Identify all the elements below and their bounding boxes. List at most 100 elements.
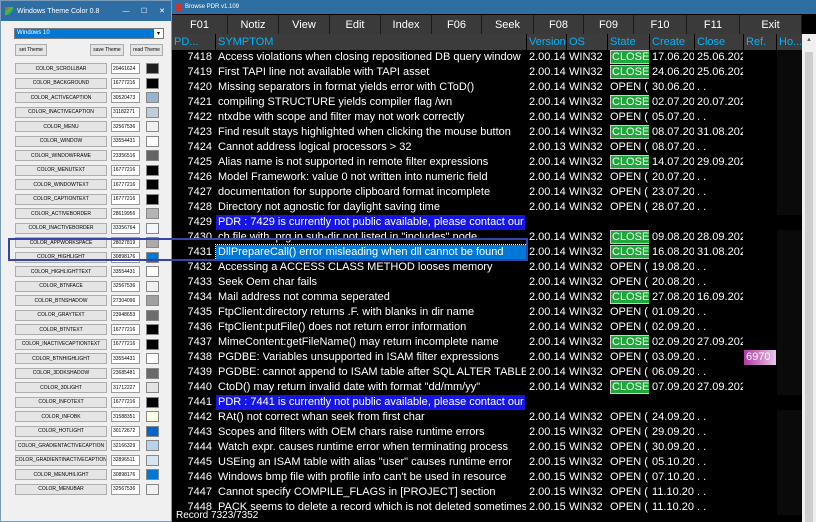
color-name-button[interactable]: COLOR_ACTIVECAPTION: [15, 92, 107, 103]
table-row[interactable]: 7419 First TAPI line not available with T…: [172, 65, 805, 80]
read-theme-button[interactable]: read Theme: [130, 44, 163, 56]
table-row[interactable]: 7423 Find result stays highlighted when c…: [172, 125, 805, 140]
table-row[interactable]: 7446 Windows bmp file with profile info c…: [172, 470, 805, 485]
color-name-button[interactable]: COLOR_INFOBK: [15, 411, 107, 422]
table-row[interactable]: 7426 Model Framework: value 0 not written…: [172, 170, 805, 185]
table-row[interactable]: 7422 ntxdbe with scope and filter may not…: [172, 110, 805, 125]
fkey-view-button[interactable]: View: [279, 15, 330, 34]
color-name-button[interactable]: COLOR_MENUTEXT: [15, 164, 107, 176]
maximize-icon[interactable]: ☐: [135, 7, 153, 15]
color-value-field[interactable]: 27304096: [111, 295, 140, 306]
table-row[interactable]: 7445 USEing an ISAM table with alias "use…: [172, 455, 805, 470]
theme-select[interactable]: Windows 10 ▾: [14, 28, 164, 39]
chevron-down-icon[interactable]: ▾: [154, 30, 163, 37]
color-value-field[interactable]: 30898176: [111, 251, 140, 263]
table-row[interactable]: 7428 Directory not agnostic for daylight …: [172, 200, 805, 215]
color-name-button[interactable]: COLOR_INACTIVEBORDER: [15, 222, 107, 234]
color-swatch[interactable]: [146, 237, 159, 248]
color-value-field[interactable]: 16777216: [111, 396, 140, 408]
color-swatch[interactable]: [146, 338, 159, 350]
column-header[interactable]: Ho...: [777, 34, 805, 50]
color-swatch[interactable]: [146, 411, 159, 422]
color-value-field[interactable]: 33554431: [111, 135, 140, 147]
color-value-field[interactable]: 30898176: [111, 469, 140, 480]
color-value-field[interactable]: 30520473: [111, 92, 140, 103]
color-name-button[interactable]: COLOR_HIGHLIGHTTEXT: [15, 266, 107, 277]
color-swatch[interactable]: [146, 77, 159, 89]
minimize-icon[interactable]: —: [117, 8, 135, 15]
fkey-f10-button[interactable]: F10: [634, 15, 687, 34]
fkey-notiz-button[interactable]: Notiz: [228, 15, 279, 34]
color-name-button[interactable]: COLOR_INFOTEXT: [15, 396, 107, 408]
table-row[interactable]: 7418 Access violations when closing repos…: [172, 50, 805, 65]
color-swatch[interactable]: [146, 193, 159, 205]
color-value-field[interactable]: 33356764: [111, 222, 140, 234]
color-name-button[interactable]: COLOR_ACTIVEBORDER: [15, 208, 107, 219]
color-swatch[interactable]: [146, 251, 159, 263]
table-row[interactable]: 7447 Cannot specify COMPILE_FLAGS in [PRO…: [172, 485, 805, 500]
color-swatch[interactable]: [146, 92, 159, 103]
table-row[interactable]: 7430 cb file with .prg in sub-dir not lis…: [172, 230, 805, 245]
table-row[interactable]: 7433 Seek Oem char fails 2.00.14 WIN32 OPEN …: [172, 275, 805, 290]
color-swatch[interactable]: [146, 135, 159, 147]
scroll-thumb[interactable]: [805, 52, 813, 522]
color-value-field[interactable]: 32567536: [111, 121, 140, 132]
table-row[interactable]: 7444 Watch expr. causes runtime error whe…: [172, 440, 805, 455]
column-header[interactable]: OS: [567, 34, 608, 50]
table-row[interactable]: 7442 RAt() not correct whan seek from fir…: [172, 410, 805, 425]
table-row[interactable]: 7443 Scopes and filters with OEM chars ra…: [172, 425, 805, 440]
color-name-button[interactable]: COLOR_CAPTIONTEXT: [15, 193, 107, 205]
column-header[interactable]: State: [608, 34, 650, 50]
table-row[interactable]: 7432 Accessing a ACCESS CLASS METHOD loos…: [172, 260, 805, 275]
color-name-button[interactable]: COLOR_WINDOWFRAME: [15, 150, 107, 161]
color-swatch[interactable]: [146, 179, 159, 190]
color-swatch[interactable]: [146, 454, 159, 466]
color-name-button[interactable]: COLOR_BTNHIGHLIGHT: [15, 353, 107, 364]
color-swatch[interactable]: [146, 367, 159, 379]
color-swatch[interactable]: [146, 396, 159, 408]
color-value-field[interactable]: 31182271: [111, 106, 140, 118]
color-swatch[interactable]: [146, 309, 159, 321]
column-header[interactable]: PD...: [172, 34, 216, 50]
color-name-button[interactable]: COLOR_WINDOWTEXT: [15, 179, 107, 190]
color-value-field[interactable]: 32166329: [111, 440, 140, 451]
color-swatch[interactable]: [146, 150, 159, 161]
column-header[interactable]: Create: [650, 34, 695, 50]
table-row[interactable]: 7435 FtpClient:directory returns .F. with…: [172, 305, 805, 320]
color-name-button[interactable]: COLOR_SCROLLBAR: [15, 63, 107, 74]
color-name-button[interactable]: COLOR_WINDOW: [15, 135, 107, 147]
close-icon[interactable]: ✕: [153, 7, 171, 15]
column-header[interactable]: Version: [527, 34, 567, 50]
color-value-field[interactable]: 16777216: [111, 193, 140, 205]
fkey-f11-button[interactable]: F11: [687, 15, 740, 34]
color-name-button[interactable]: COLOR_APPWORKSPACE: [15, 237, 107, 248]
color-name-button[interactable]: COLOR_BACKGROUND: [15, 77, 107, 89]
color-name-button[interactable]: COLOR_MENUHILIGHT: [15, 469, 107, 480]
fkey-f09-button[interactable]: F09: [584, 15, 634, 34]
color-value-field[interactable]: 16777216: [111, 324, 140, 335]
color-value-field[interactable]: 32567536: [111, 280, 140, 292]
fkey-f01-button[interactable]: F01: [172, 15, 228, 34]
color-name-button[interactable]: COLOR_BTNTEXT: [15, 324, 107, 335]
color-value-field[interactable]: 16777216: [111, 338, 140, 350]
color-swatch[interactable]: [146, 266, 159, 277]
table-row[interactable]: 7427 documentation for supporte clipboard…: [172, 185, 805, 200]
fkey-index-button[interactable]: Index: [381, 15, 432, 34]
color-value-field[interactable]: 16777216: [111, 179, 140, 190]
color-name-button[interactable]: COLOR_GRADIENTINACTIVECAPTION: [15, 454, 107, 466]
color-swatch[interactable]: [146, 222, 159, 234]
color-value-field[interactable]: 16777216: [111, 164, 140, 176]
table-row[interactable]: 7420 Missing separators in format yields …: [172, 80, 805, 95]
color-value-field[interactable]: 31588351: [111, 411, 140, 422]
color-name-button[interactable]: COLOR_MENU: [15, 121, 107, 132]
color-value-field[interactable]: 28619956: [111, 208, 140, 219]
color-swatch[interactable]: [146, 440, 159, 451]
color-value-field[interactable]: 33554431: [111, 266, 140, 277]
color-swatch[interactable]: [146, 106, 159, 118]
fkey-seek-button[interactable]: Seek: [482, 15, 534, 34]
table-row[interactable]: 7441 PDR : 7441 is currently not public a…: [172, 395, 526, 410]
fkey-edit-button[interactable]: Edit: [330, 15, 381, 34]
table-row[interactable]: 7438 PGDBE: Variables unsupported in ISAM…: [172, 350, 805, 365]
fkey-exit-button[interactable]: Exit: [740, 15, 802, 34]
table-row[interactable]: 7439 PGDBE: cannot append to ISAM table a…: [172, 365, 805, 380]
